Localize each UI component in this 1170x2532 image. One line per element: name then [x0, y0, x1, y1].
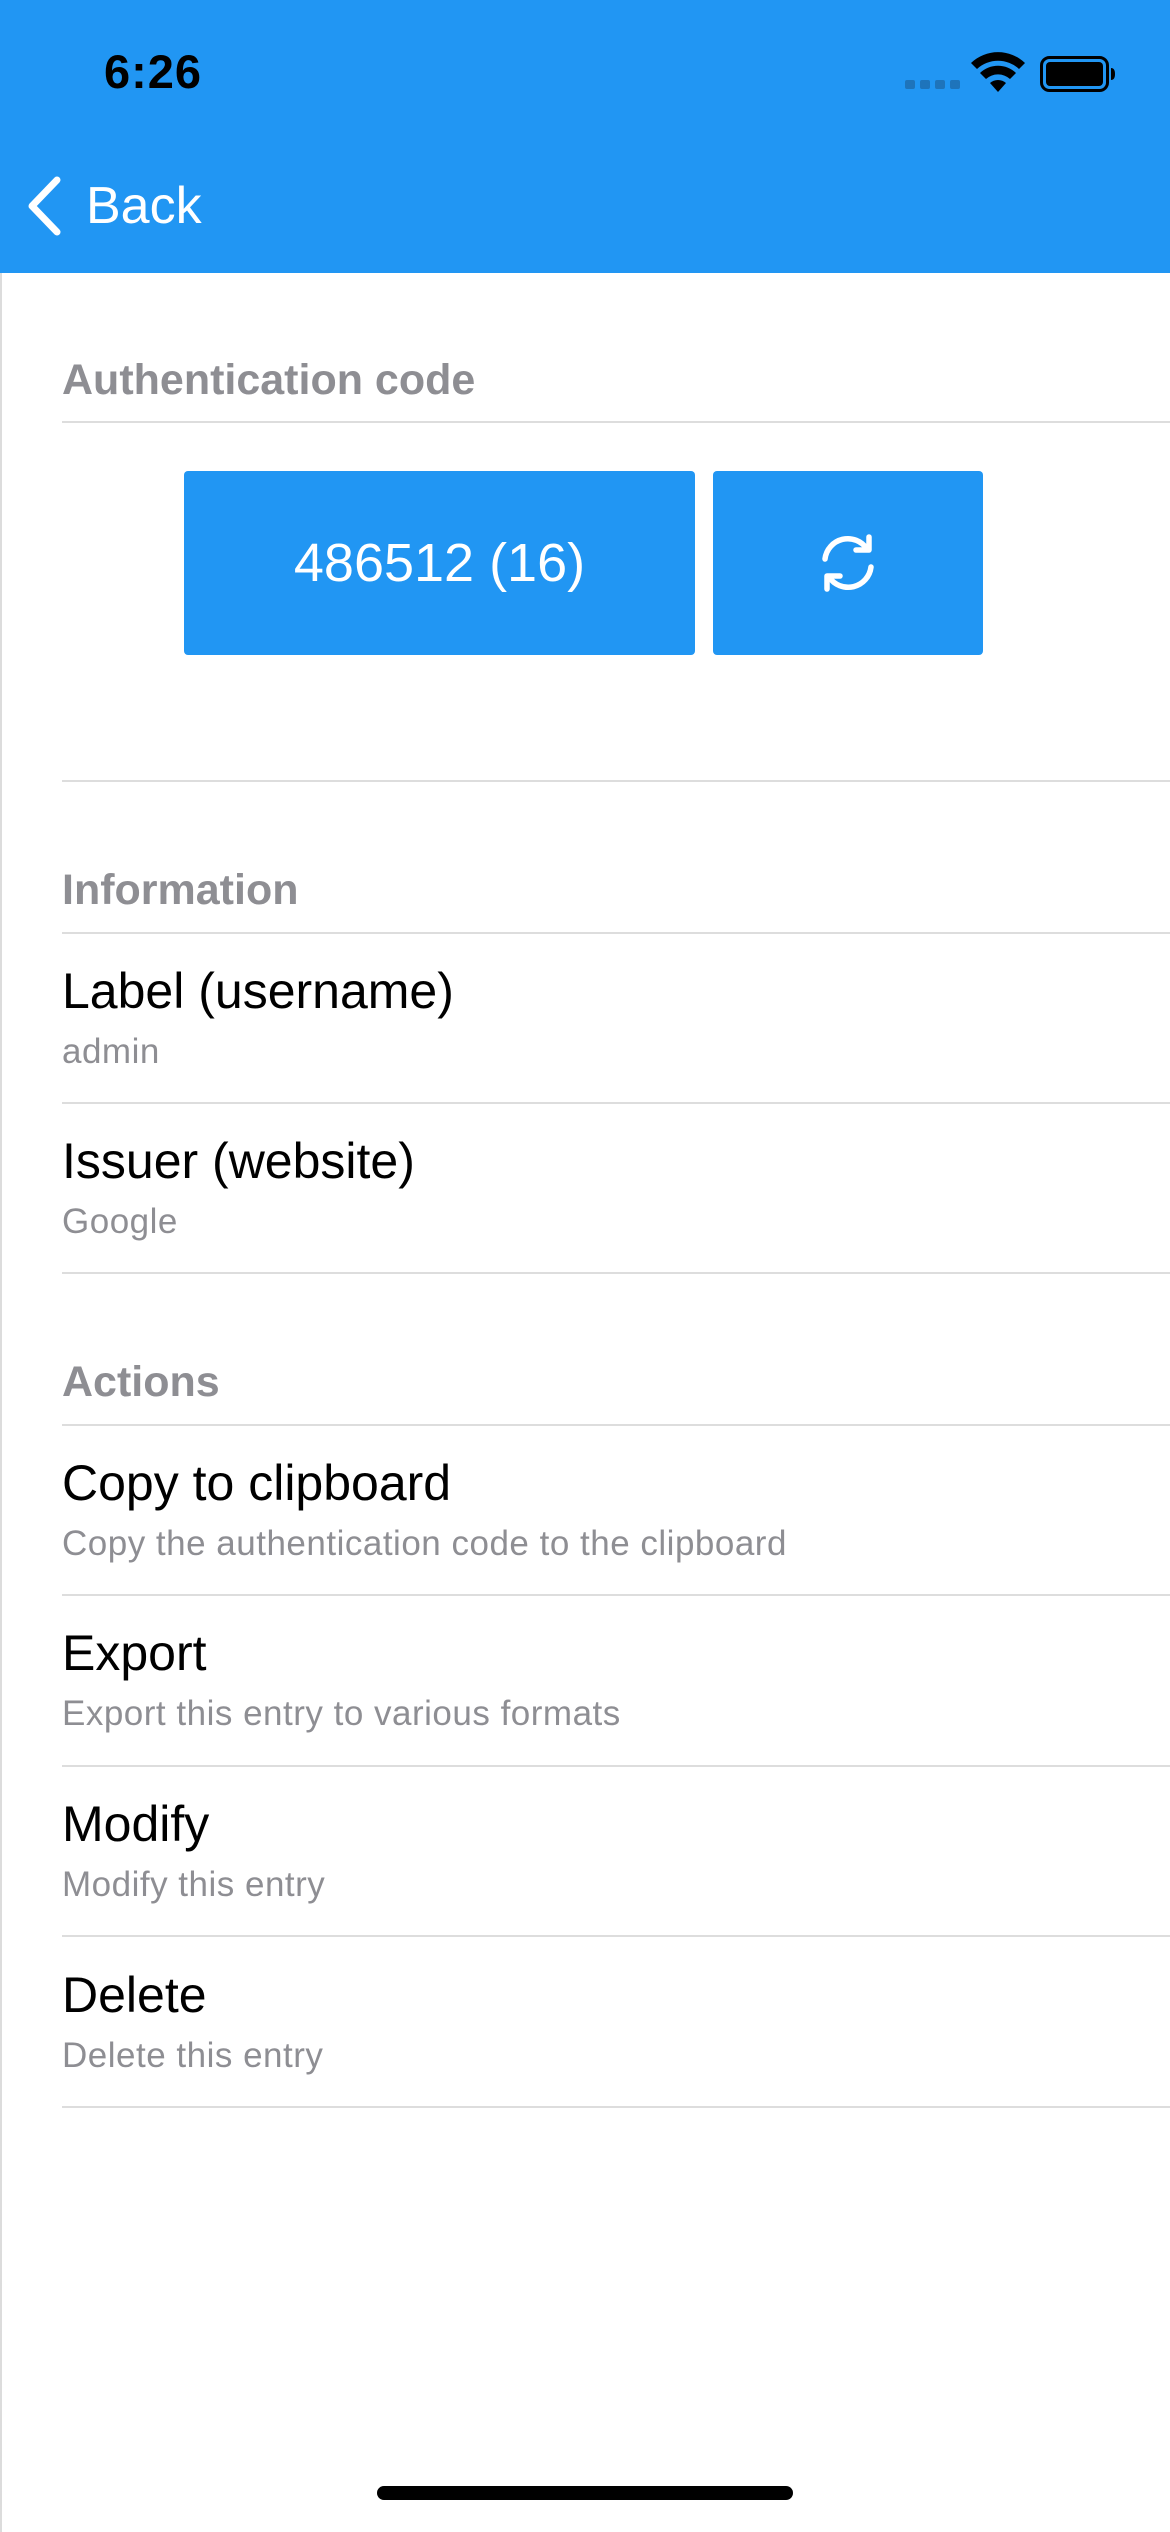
info-item-value: admin — [62, 1032, 160, 1071]
action-title: Export — [62, 1625, 207, 1681]
divider — [62, 1102, 1170, 1104]
divider — [62, 1594, 1170, 1596]
refresh-button[interactable] — [713, 471, 983, 655]
refresh-icon — [822, 534, 874, 592]
action-description: Modify this entry — [62, 1865, 326, 1904]
section-title-information: Information — [62, 866, 299, 914]
info-item-label[interactable]: Label (username) admin — [62, 962, 1170, 1102]
action-export[interactable]: Export Export this entry to various form… — [62, 1624, 1170, 1764]
divider — [62, 1765, 1170, 1767]
back-label: Back — [86, 177, 202, 235]
battery-icon — [1040, 56, 1115, 92]
divider — [62, 780, 1170, 782]
divider — [62, 421, 1170, 423]
action-title: Delete — [62, 1967, 207, 2023]
auth-code-button[interactable]: 486512 (16) — [184, 471, 695, 655]
divider — [62, 1935, 1170, 1937]
action-delete[interactable]: Delete Delete this entry — [62, 1966, 1170, 2106]
status-time: 6:26 — [104, 45, 203, 98]
section-title-authentication: Authentication code — [62, 356, 476, 404]
action-copy-to-clipboard[interactable]: Copy to clipboard Copy the authenticatio… — [62, 1454, 1170, 1594]
info-item-value: Google — [62, 1202, 178, 1241]
action-description: Copy the authentication code to the clip… — [62, 1524, 787, 1563]
action-modify[interactable]: Modify Modify this entry — [62, 1795, 1170, 1935]
info-item-issuer[interactable]: Issuer (website) Google — [62, 1132, 1170, 1272]
navigation-header: 6:26 Back — [0, 0, 1170, 273]
divider — [62, 1424, 1170, 1426]
chevron-left-icon — [28, 176, 61, 236]
back-button[interactable]: Back — [24, 170, 202, 242]
action-title: Modify — [62, 1796, 210, 1852]
info-item-title: Issuer (website) — [62, 1133, 415, 1189]
action-description: Export this entry to various formats — [62, 1694, 621, 1733]
info-item-title: Label (username) — [62, 963, 454, 1019]
panel-edge — [0, 273, 2, 2532]
divider — [62, 932, 1170, 934]
home-indicator[interactable] — [377, 2486, 793, 2500]
wifi-icon — [971, 52, 1025, 92]
divider — [62, 1272, 1170, 1274]
section-title-actions: Actions — [62, 1358, 220, 1406]
signal-icon — [905, 80, 960, 89]
action-description: Delete this entry — [62, 2036, 324, 2075]
action-title: Copy to clipboard — [62, 1455, 452, 1511]
divider — [62, 2106, 1170, 2108]
